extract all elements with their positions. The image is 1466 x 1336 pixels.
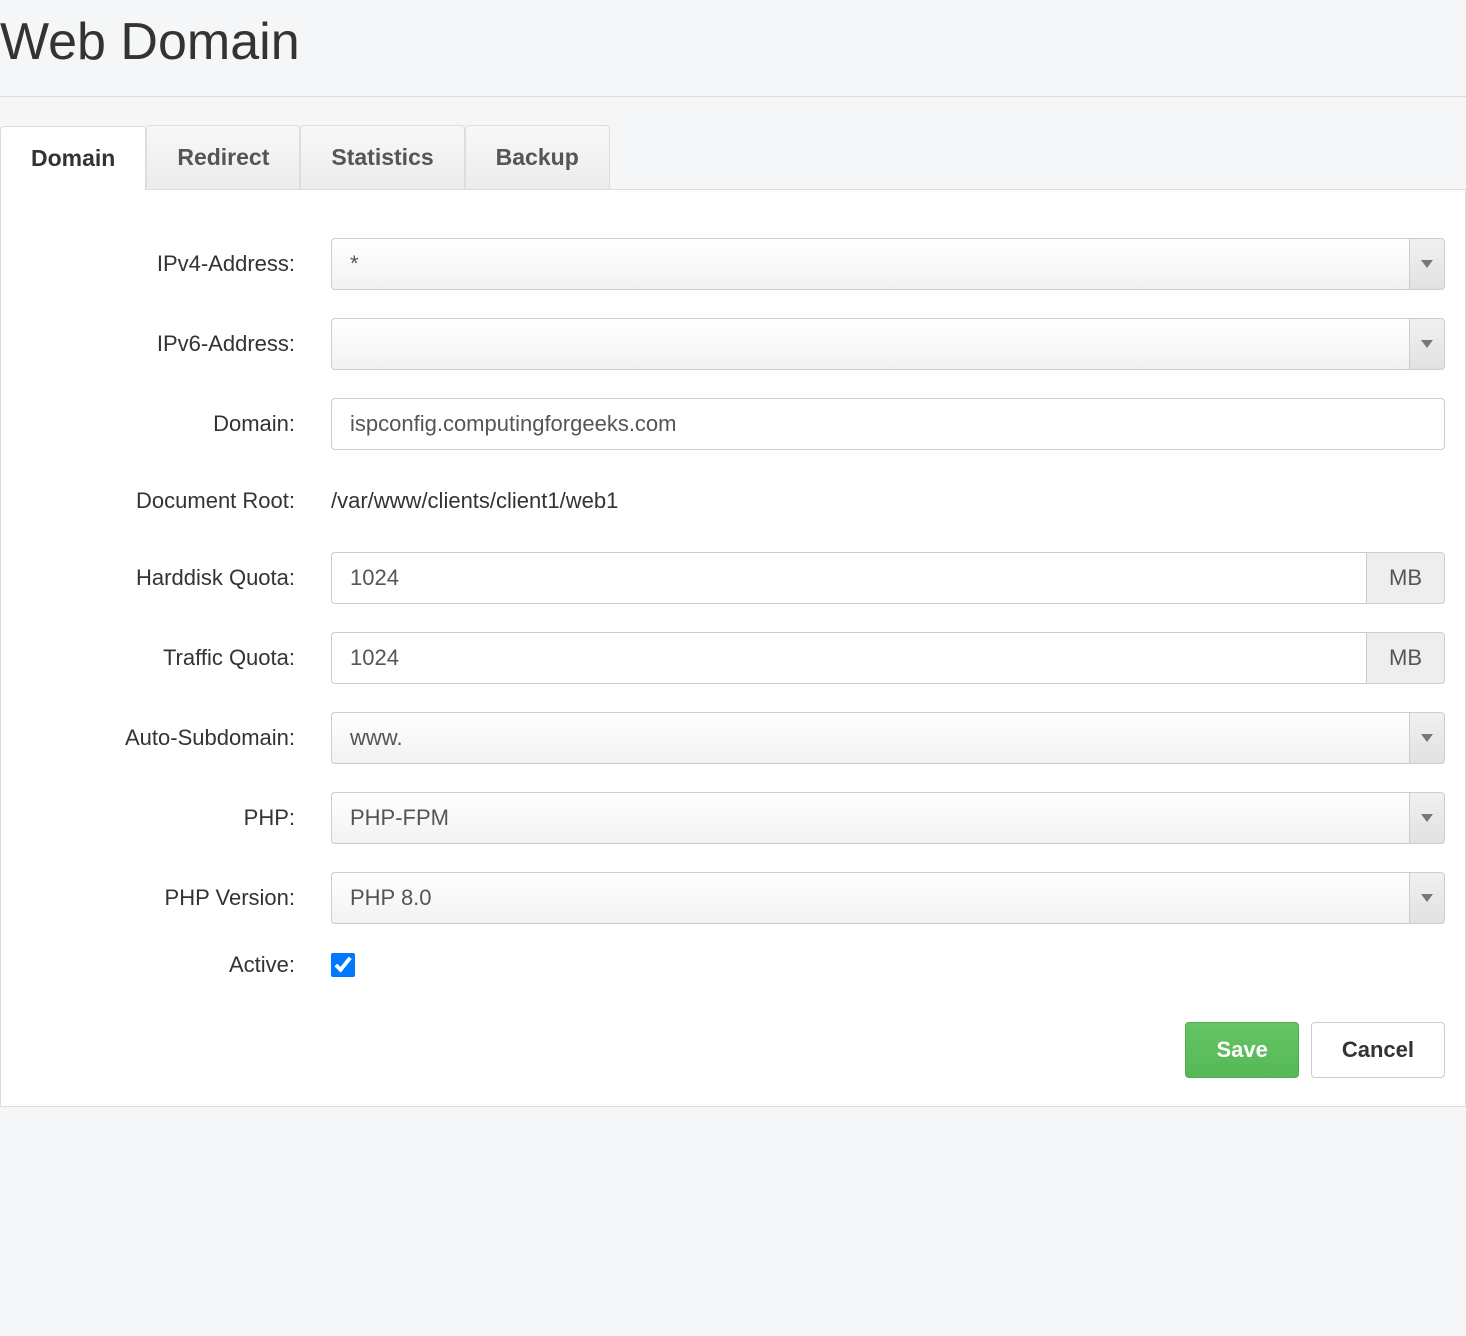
hd-quota-label: Harddisk Quota: [1, 565, 331, 591]
php-select[interactable]: PHP-FPM [331, 792, 1409, 844]
tabs-bar: Domain Redirect Statistics Backup [0, 125, 1466, 190]
docroot-value: /var/www/clients/client1/web1 [331, 478, 618, 524]
docroot-label: Document Root: [1, 488, 331, 514]
domain-input[interactable] [331, 398, 1445, 450]
domain-label: Domain: [1, 411, 331, 437]
php-version-caret-icon[interactable] [1409, 872, 1445, 924]
php-version-label: PHP Version: [1, 885, 331, 911]
ipv6-label: IPv6-Address: [1, 331, 331, 357]
traffic-quota-label: Traffic Quota: [1, 645, 331, 671]
traffic-quota-input[interactable] [331, 632, 1366, 684]
ipv6-caret-icon[interactable] [1409, 318, 1445, 370]
tab-statistics[interactable]: Statistics [300, 125, 464, 189]
auto-subdomain-select[interactable]: www. [331, 712, 1409, 764]
page-title: Web Domain [0, 0, 1466, 97]
cancel-button[interactable]: Cancel [1311, 1022, 1445, 1078]
tab-redirect[interactable]: Redirect [146, 125, 300, 189]
save-button[interactable]: Save [1185, 1022, 1298, 1078]
auto-subdomain-label: Auto-Subdomain: [1, 725, 331, 751]
hd-quota-input[interactable] [331, 552, 1366, 604]
traffic-quota-unit: MB [1366, 632, 1445, 684]
form-panel: IPv4-Address: * IPv6-Address: [0, 190, 1466, 1107]
ipv6-select[interactable] [331, 318, 1409, 370]
php-version-select[interactable]: PHP 8.0 [331, 872, 1409, 924]
active-label: Active: [1, 952, 331, 978]
ipv4-caret-icon[interactable] [1409, 238, 1445, 290]
ipv4-label: IPv4-Address: [1, 251, 331, 277]
php-label: PHP: [1, 805, 331, 831]
ipv4-select[interactable]: * [331, 238, 1409, 290]
active-checkbox[interactable] [331, 953, 355, 977]
hd-quota-unit: MB [1366, 552, 1445, 604]
tab-domain[interactable]: Domain [0, 126, 146, 190]
tab-backup[interactable]: Backup [465, 125, 610, 189]
php-caret-icon[interactable] [1409, 792, 1445, 844]
auto-subdomain-caret-icon[interactable] [1409, 712, 1445, 764]
